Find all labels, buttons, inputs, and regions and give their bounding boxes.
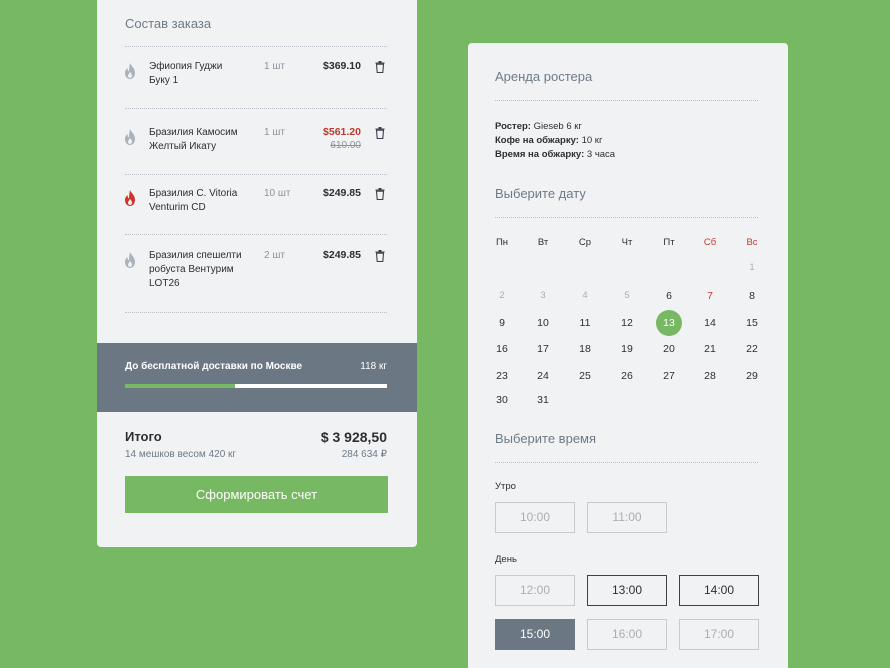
time-slot: 16:00 xyxy=(587,619,667,650)
rental-title: Аренда ростера xyxy=(495,69,593,84)
item-quantity: 2 шт xyxy=(264,250,285,261)
weekday-label: Пт xyxy=(663,237,675,248)
calendar-day[interactable]: 30 xyxy=(489,387,515,413)
item-price: $249.85 xyxy=(323,187,361,199)
delivery-progress-fill xyxy=(125,384,236,388)
calendar-day[interactable]: 14 xyxy=(697,310,723,336)
date-title: Выберите дату xyxy=(495,186,586,201)
info-roast-time: Время на обжарку: 3 часа xyxy=(495,149,616,160)
weekday-label: Сб xyxy=(703,237,717,248)
calendar-day[interactable]: 10 xyxy=(530,310,556,336)
day-label: День xyxy=(495,554,517,565)
calendar-day[interactable]: 11 xyxy=(572,310,598,336)
calendar-day[interactable]: 7 xyxy=(697,283,723,309)
weekday-label: Чт xyxy=(621,237,633,248)
calendar-day[interactable]: 18 xyxy=(572,336,598,362)
divider xyxy=(495,217,758,218)
flame-icon xyxy=(123,189,137,207)
item-old-price: 610.00 xyxy=(330,140,361,151)
info-roaster: Ростер: Gieseb 6 кг xyxy=(495,121,582,132)
item-quantity: 1 шт xyxy=(264,127,285,138)
info-coffee: Кофе на обжарку: 10 кг xyxy=(495,135,603,146)
item-price: $561.20 xyxy=(323,126,361,138)
total-subtitle: 14 мешков весом 420 кг xyxy=(125,449,237,460)
time-slot: 12:00 xyxy=(495,575,575,606)
weekday-label: Вт xyxy=(537,237,549,248)
morning-label: Утро xyxy=(495,481,516,492)
trash-icon[interactable] xyxy=(375,60,385,74)
calendar-day[interactable]: 27 xyxy=(656,363,682,389)
calendar-day[interactable]: 24 xyxy=(530,363,556,389)
calendar-day: 1 xyxy=(749,262,755,273)
calendar-day[interactable]: 29 xyxy=(739,363,765,389)
divider xyxy=(125,46,387,47)
calendar-day[interactable]: 31 xyxy=(530,387,556,413)
item-quantity: 10 шт xyxy=(264,188,291,199)
divider xyxy=(495,100,758,101)
time-slot: 10:00 xyxy=(495,502,575,533)
roaster-rental-card: Аренда ростера Ростер: Gieseb 6 кг Кофе … xyxy=(468,43,788,668)
delivery-progress-bar xyxy=(125,384,387,388)
calendar-day: 5 xyxy=(624,290,630,301)
divider xyxy=(125,312,387,313)
time-slot[interactable]: 13:00 xyxy=(587,575,667,606)
item-price: $369.10 xyxy=(323,60,361,72)
calendar-day[interactable]: 28 xyxy=(697,363,723,389)
trash-icon[interactable] xyxy=(375,126,385,140)
calendar-day[interactable]: 9 xyxy=(489,310,515,336)
order-title: Состав заказа xyxy=(125,16,212,31)
total-rub: 284 634 ₽ xyxy=(341,449,387,460)
calendar-day[interactable]: 23 xyxy=(489,363,515,389)
item-name: Бразилия Камосим Желтый Икату xyxy=(149,127,238,152)
divider xyxy=(495,462,758,463)
weekday-label: Пн xyxy=(495,237,509,248)
weekday-label: Ср xyxy=(578,237,592,248)
time-title: Выберите время xyxy=(495,431,597,446)
delivery-label: До бесплатной доставки по Москве xyxy=(125,361,303,372)
free-delivery-panel: До бесплатной доставки по Москве 118 кг xyxy=(97,343,417,412)
weekday-label: Вс xyxy=(746,237,758,248)
total-usd: $ 3 928,50 xyxy=(320,429,387,445)
divider xyxy=(125,108,387,109)
trash-icon[interactable] xyxy=(375,187,385,201)
calendar-day[interactable]: 8 xyxy=(739,283,765,309)
time-slot[interactable]: 14:00 xyxy=(679,575,759,606)
time-slot: 11:00 xyxy=(587,502,667,533)
item-name: Эфиопия Гуджи Буку 1 xyxy=(149,61,223,86)
item-price: $249.85 xyxy=(323,249,361,261)
delivery-remaining-weight: 118 кг xyxy=(360,361,387,372)
total-label: Итого xyxy=(125,429,162,444)
calendar-day[interactable]: 26 xyxy=(614,363,640,389)
flame-icon xyxy=(123,251,137,269)
calendar-day[interactable]: 15 xyxy=(739,310,765,336)
trash-icon[interactable] xyxy=(375,249,385,263)
calendar-day[interactable]: 17 xyxy=(530,336,556,362)
calendar-day[interactable]: 13 xyxy=(656,310,682,336)
item-name: Бразилия спешелти робуста Вентурим LOT26 xyxy=(149,250,242,289)
item-quantity: 1 шт xyxy=(264,61,285,72)
calendar-day: 2 xyxy=(499,290,505,301)
calendar-day: 4 xyxy=(582,290,588,301)
calendar-day[interactable]: 16 xyxy=(489,336,515,362)
create-invoice-button[interactable]: Сформировать счет xyxy=(125,476,388,513)
flame-icon xyxy=(123,128,137,146)
flame-icon xyxy=(123,62,137,80)
calendar-day[interactable]: 12 xyxy=(614,310,640,336)
time-slot[interactable]: 15:00 xyxy=(495,619,575,650)
divider xyxy=(125,234,387,235)
item-name: Бразилия С. Vitoria Venturim CD xyxy=(149,188,238,213)
divider xyxy=(125,174,387,175)
calendar-day[interactable]: 21 xyxy=(697,336,723,362)
time-slot: 17:00 xyxy=(679,619,759,650)
calendar-day[interactable]: 19 xyxy=(614,336,640,362)
calendar-day[interactable]: 22 xyxy=(739,336,765,362)
order-card: Состав заказа Эфиопия Гуджи Буку 1 1 шт $36… xyxy=(97,0,417,547)
calendar-day[interactable]: 20 xyxy=(656,336,682,362)
calendar-day[interactable]: 25 xyxy=(572,363,598,389)
calendar-day[interactable]: 6 xyxy=(656,283,682,309)
calendar-day: 3 xyxy=(540,290,546,301)
